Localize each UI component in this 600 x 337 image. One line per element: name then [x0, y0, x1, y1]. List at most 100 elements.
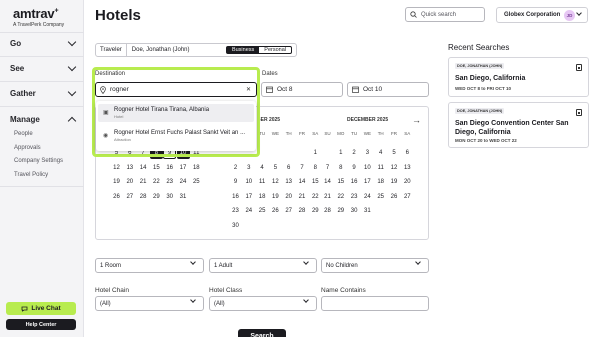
recent-search-card[interactable]: DOE, JONATHAN (JOHN) San Diego, Californ…	[448, 57, 589, 97]
calendar-day[interactable]: 12	[388, 163, 401, 174]
calendar-day[interactable]: 28	[321, 206, 334, 217]
hotel-chain-select[interactable]: (All)	[95, 296, 204, 311]
calendar-day[interactable]: 7	[296, 163, 309, 174]
suggestion-item[interactable]: ▣ Rogner Hotel Tirana Tirana, Albania Ho…	[98, 104, 254, 122]
calendar-day[interactable]: 8	[309, 163, 322, 174]
calendar-day[interactable]: 21	[321, 192, 334, 203]
children-select[interactable]: No Children	[321, 258, 429, 273]
calendar-day[interactable]: 3	[361, 148, 374, 159]
calendar-day[interactable]: 31	[177, 192, 190, 203]
rooms-select[interactable]: 1 Room	[95, 258, 204, 273]
nav-gather[interactable]: Gather	[10, 87, 78, 98]
calendar-day[interactable]: 28	[137, 192, 150, 203]
destination-input[interactable]: rogner ✕	[95, 82, 257, 97]
next-month-arrow-icon[interactable]: →	[412, 115, 421, 125]
checkin-date-field[interactable]: Oct 8	[261, 82, 343, 97]
search-button[interactable]: Search	[238, 329, 286, 337]
calendar-day[interactable]: 13	[123, 163, 136, 174]
live-chat-button[interactable]: Live Chat	[6, 302, 76, 315]
calendar-day[interactable]: 14	[296, 177, 309, 188]
calendar-day[interactable]: 4	[374, 148, 387, 159]
calendar-day[interactable]: 24	[177, 177, 190, 188]
calendar-day[interactable]: 19	[388, 177, 401, 188]
business-option[interactable]: Business	[226, 47, 260, 53]
calendar-day[interactable]: 14	[137, 163, 150, 174]
sidebar-item-people[interactable]: People	[14, 131, 33, 137]
calendar-day[interactable]: 19	[110, 177, 123, 188]
calendar-day[interactable]: 30	[229, 221, 242, 232]
calendar-day[interactable]: 2	[229, 163, 242, 174]
calendar-day[interactable]: 22	[150, 177, 163, 188]
calendar-day[interactable]: 25	[374, 192, 387, 203]
sidebar-item-travel-policy[interactable]: Travel Policy	[14, 172, 48, 178]
calendar-day[interactable]: 2	[348, 148, 361, 159]
calendar-day[interactable]: 27	[123, 192, 136, 203]
calendar-day[interactable]: 15	[309, 177, 322, 188]
calendar-day[interactable]: 18	[190, 163, 203, 174]
calendar-day[interactable]: 9	[229, 177, 242, 188]
calendar-day[interactable]: 15	[334, 177, 347, 188]
calendar-day[interactable]: 28	[296, 206, 309, 217]
calendar-day[interactable]: 20	[401, 177, 414, 188]
calendar-day[interactable]: 12	[269, 177, 282, 188]
traveler-name[interactable]: Doe, Jonathan (John)	[127, 47, 226, 53]
calendar-day[interactable]: 18	[256, 192, 269, 203]
calendar-day[interactable]: 8	[334, 163, 347, 174]
calendar-day[interactable]: 17	[242, 192, 255, 203]
calendar-day[interactable]: 9	[348, 163, 361, 174]
suggestion-item[interactable]: ◉ Rogner Hotel Ernst Fuchs Palast Sankt …	[98, 127, 254, 145]
calendar-day[interactable]: 26	[388, 192, 401, 203]
calendar-day[interactable]: 16	[229, 192, 242, 203]
calendar-day[interactable]: 29	[334, 206, 347, 217]
calendar-day[interactable]: 30	[348, 206, 361, 217]
nav-go[interactable]: Go	[10, 37, 78, 48]
calendar-day[interactable]: 17	[361, 177, 374, 188]
clear-icon[interactable]: ✕	[246, 86, 251, 93]
quick-search-input[interactable]: Quick search	[405, 7, 485, 22]
calendar-day[interactable]: 4	[256, 163, 269, 174]
calendar-day[interactable]: 11	[374, 163, 387, 174]
calendar-day[interactable]: 24	[242, 206, 255, 217]
personal-option[interactable]: Personal	[259, 47, 291, 53]
calendar-day[interactable]: 19	[269, 192, 282, 203]
calendar-day[interactable]: 6	[401, 148, 414, 159]
calendar-day[interactable]: 20	[123, 177, 136, 188]
calendar-day[interactable]: 21	[137, 177, 150, 188]
help-center-button[interactable]: Help Center	[6, 319, 76, 330]
calendar-day[interactable]: 5	[388, 148, 401, 159]
calendar-day[interactable]: 7	[321, 163, 334, 174]
calendar-day[interactable]: 22	[334, 192, 347, 203]
hotel-class-select[interactable]: (All)	[209, 296, 317, 311]
calendar-day[interactable]: 17	[177, 163, 190, 174]
calendar-day[interactable]: 10	[242, 177, 255, 188]
calendar-day[interactable]: 29	[309, 206, 322, 217]
sidebar-item-approvals[interactable]: Approvals	[14, 145, 41, 151]
traveler-selector[interactable]: Traveler Doe, Jonathan (John) Business P…	[95, 43, 297, 57]
calendar-day[interactable]: 5	[269, 163, 282, 174]
calendar-day[interactable]: 16	[163, 163, 176, 174]
calendar-day[interactable]: 23	[229, 206, 242, 217]
trip-type-toggle[interactable]: Business Personal	[225, 46, 292, 54]
calendar-day[interactable]: 24	[361, 192, 374, 203]
avatar[interactable]: JD	[564, 10, 575, 21]
calendar-day[interactable]: 13	[282, 177, 295, 188]
calendar-day[interactable]: 26	[110, 192, 123, 203]
adults-select[interactable]: 1 Adult	[209, 258, 317, 273]
calendar-day[interactable]: 25	[256, 206, 269, 217]
calendar-day[interactable]: 26	[269, 206, 282, 217]
recent-search-card[interactable]: DOE, JONATHAN (JOHN) San Diego Conventio…	[448, 102, 589, 148]
company-switcher[interactable]: Globex Corporation JD	[496, 7, 588, 23]
calendar-day[interactable]: 10	[361, 163, 374, 174]
calendar-day[interactable]: 23	[163, 177, 176, 188]
calendar-day[interactable]: 20	[282, 192, 295, 203]
calendar-day[interactable]: 12	[110, 163, 123, 174]
calendar-day[interactable]: 29	[150, 192, 163, 203]
calendar-day[interactable]: 15	[150, 163, 163, 174]
calendar-day[interactable]: 30	[163, 192, 176, 203]
calendar-day[interactable]: 21	[296, 192, 309, 203]
checkout-date-field[interactable]: Oct 10	[347, 82, 429, 97]
calendar-day[interactable]: 14	[321, 177, 334, 188]
calendar-day[interactable]: 18	[374, 177, 387, 188]
sidebar-item-company-settings[interactable]: Company Settings	[14, 158, 63, 164]
calendar-day[interactable]: 22	[309, 192, 322, 203]
